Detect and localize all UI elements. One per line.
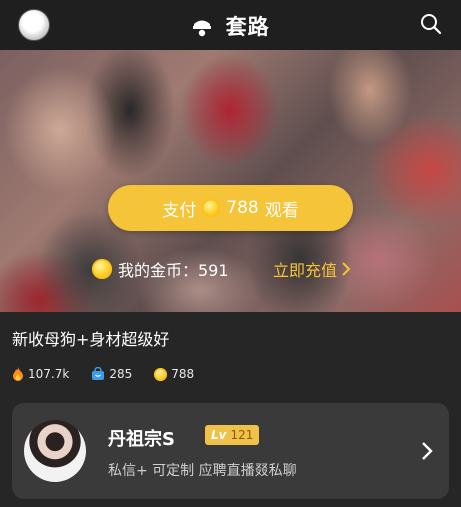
coins-stat: 788 bbox=[154, 367, 194, 381]
creator-avatar[interactable] bbox=[24, 420, 86, 482]
pay-to-watch-button[interactable]: 支付 788 观看 bbox=[108, 185, 353, 231]
views-stat: 107.7k bbox=[12, 367, 69, 381]
video-cover[interactable]: 支付 788 观看 我的金币：591 立即充值 bbox=[0, 50, 461, 312]
balance-label: 我的金币：591 bbox=[118, 261, 229, 280]
level-prefix: Lv bbox=[211, 428, 227, 442]
brand-title: 套路 bbox=[0, 11, 461, 41]
coin-balance: 我的金币：591 bbox=[92, 257, 229, 281]
coin-icon bbox=[154, 367, 168, 381]
level-value: 121 bbox=[230, 428, 254, 442]
coin-icon bbox=[202, 199, 221, 217]
brand-text: 套路 bbox=[225, 15, 270, 39]
creator-card[interactable]: 丹祖宗S Lv 121 私信+ 可定制 应聘直播叕私聊 bbox=[12, 403, 449, 499]
creator-description: 私信+ 可定制 应聘直播叕私聊 bbox=[108, 463, 297, 479]
post-title: 新收母狗+身材超级好 bbox=[12, 330, 170, 349]
views-count: 107.7k bbox=[28, 367, 70, 381]
flame-icon bbox=[13, 367, 23, 381]
pay-price: 788 bbox=[226, 198, 259, 218]
hat-logo-icon bbox=[193, 20, 212, 37]
pay-suffix: 观看 bbox=[264, 200, 299, 221]
purchases-count: 285 bbox=[109, 367, 133, 381]
post-stats: 107.7k 285 788 bbox=[12, 367, 194, 381]
coins-count: 788 bbox=[171, 367, 195, 381]
top-bar: 套路 bbox=[0, 0, 461, 50]
coin-icon bbox=[92, 259, 112, 279]
chevron-right-icon[interactable] bbox=[417, 439, 437, 463]
shopping-bag-icon bbox=[92, 367, 105, 380]
recharge-label: 立即充值 bbox=[273, 261, 338, 280]
recharge-link[interactable]: 立即充值 bbox=[273, 257, 351, 281]
chevron-right-icon bbox=[342, 262, 351, 276]
pay-prefix: 支付 bbox=[162, 200, 197, 221]
level-badge: Lv 121 bbox=[205, 425, 260, 445]
purchases-stat: 285 bbox=[91, 367, 132, 381]
search-icon[interactable] bbox=[419, 12, 443, 36]
creator-name: 丹祖宗S bbox=[108, 429, 175, 450]
